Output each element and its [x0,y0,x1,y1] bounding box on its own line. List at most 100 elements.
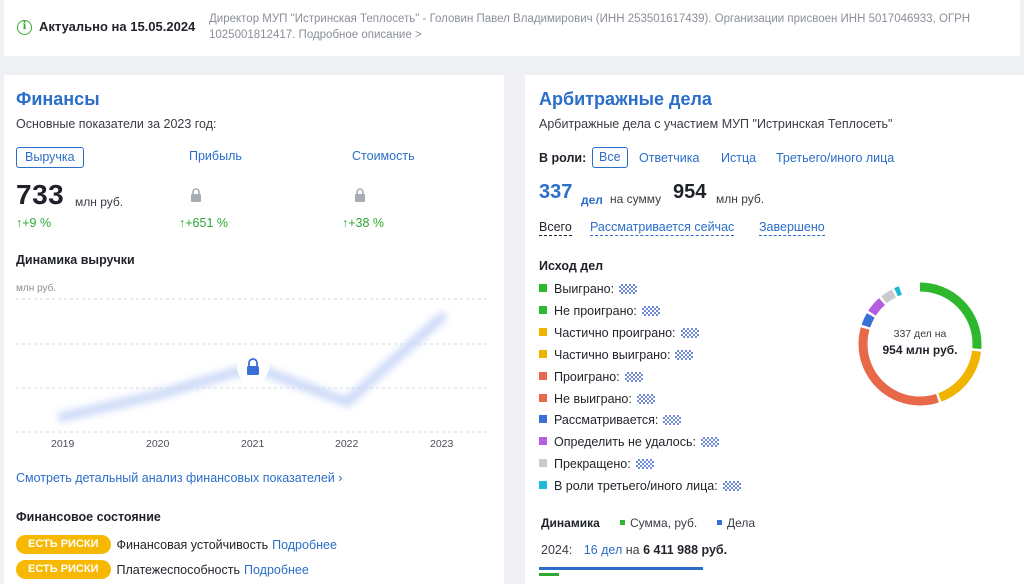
hidden-value-placeholder[interactable] [663,415,682,426]
outcome-item: Частично выиграно: [539,348,694,366]
outcome-item: Частично проиграно: [539,326,699,344]
outcome-color-square [539,305,547,314]
legend-sum-label: Сумма, руб. [630,516,698,530]
dynamics-title: Динамика [541,516,600,530]
outcomes-donut: 337 дел на 954 млн руб. [855,279,985,409]
x-tick-label: 2019 [51,438,75,450]
legend-sum: Сумма, руб. [620,516,697,530]
more-description-link[interactable]: Подробное описание > [299,29,422,41]
hidden-value-placeholder[interactable] [675,349,694,360]
sum-unit: млн руб. [716,192,765,206]
outcome-item: Не выиграно: [539,392,655,410]
outcome-color-square [539,459,547,468]
finance-subtitle: Основные показатели за 2023 год: [16,117,217,131]
risk-badge: ЕСТЬ РИСКИ [16,535,111,554]
risk-details-link[interactable]: Подробнее [272,538,337,552]
legend-cases-label: Дела [727,516,756,530]
tab-profit[interactable]: Прибыль [189,149,242,163]
arbitration-card: Арбитражные дела Арбитражные дела с учас… [525,75,1024,584]
risk-text: Платежеспособность [116,562,240,577]
outcome-item: Прекращено: [539,457,654,475]
outcome-item: Рассматривается: [539,413,682,431]
x-tick-label: 2023 [430,438,454,450]
x-tick-label: 2021 [241,438,265,450]
outcome-color-square [539,415,547,424]
filter-all[interactable]: Всего [539,220,572,236]
outcome-label: Рассматривается: [554,413,659,428]
legend-cases: Дела [717,516,755,530]
year-amount: 6 411 988 руб. [643,543,728,557]
outcome-label: Не проиграно: [554,303,637,318]
year-on: на [625,543,640,557]
year-cases-link[interactable]: 16 дел [584,543,623,557]
role-tab-defendant[interactable]: Ответчика [639,151,699,165]
revenue-unit: млн руб. [75,195,124,209]
outcome-label: Выиграно: [554,282,615,296]
outcome-label: Прекращено: [554,457,631,472]
profit-delta: ↑+651 % [179,216,228,230]
role-tab-third-party[interactable]: Третьего/иного лица [776,151,894,165]
finance-title: Финансы [16,89,100,109]
lock-icon [355,188,365,202]
risk-details-link[interactable]: Подробнее [244,563,309,577]
actuality-date: Актуально на 15.05.2024 [39,19,196,34]
outcome-color-square [539,481,547,490]
outcome-label: Частично проиграно: [554,325,676,340]
tab-revenue[interactable]: Выручка [16,147,84,168]
filter-completed[interactable]: Завершено [759,220,825,236]
cases-count: 337 [539,181,573,203]
hidden-value-placeholder[interactable] [636,393,655,404]
company-description: Директор МУП "Истринская Теплосеть" - Го… [209,11,999,43]
outcome-item: Не проиграно: [539,304,660,322]
outcome-label: Не выиграно: [554,391,632,406]
revenue-chart [16,298,490,433]
outcome-item: Выиграно: [539,282,638,300]
outcomes-title: Исход дел [539,259,604,273]
sum-value: 954 [673,181,707,203]
outcome-item: Определить не удалось: [539,435,719,453]
hidden-value-placeholder[interactable] [619,284,638,294]
tab-value[interactable]: Стоимость [352,149,415,163]
cases-word: дел [581,193,603,207]
x-tick-label: 2020 [146,438,170,450]
outcome-color-square [539,349,547,358]
outcome-label: В роли третьего/иного лица: [554,479,718,494]
outcome-color-square [539,284,547,292]
role-tab-all[interactable]: Все [592,147,628,168]
outcome-color-square [539,371,547,380]
risk-row: ЕСТЬ РИСКИ Платежеспособность Подробнее [16,560,309,580]
x-tick-label: 2022 [335,438,359,450]
outcome-label: Проиграно: [554,369,620,384]
legend-dot [717,520,722,525]
revenue-delta: ↑+9 % [16,216,52,230]
risk-row: ЕСТЬ РИСКИ Финансовая устойчивость Подробн… [16,535,337,555]
revenue-dynamics-title: Динамика выручки [16,253,135,267]
year-label: 2024: [541,543,573,557]
outcome-label: Определить не удалось: [554,435,696,450]
hidden-value-placeholder[interactable] [722,481,741,492]
outcome-item: В роли третьего/иного лица: [539,479,741,497]
filter-in-progress[interactable]: Рассматривается сейчас [590,220,735,236]
risk-badge: ЕСТЬ РИСКИ [16,560,111,579]
dynamics-year-row: 2024: 16 дел на 6 411 988 руб. [541,543,727,557]
risk-text: Финансовая устойчивость [116,537,269,552]
hidden-value-placeholder[interactable] [700,437,719,448]
hidden-value-placeholder[interactable] [680,327,699,338]
hidden-value-placeholder[interactable] [641,305,660,316]
role-tab-plaintiff[interactable]: Истца [721,151,756,165]
revenue-value: 733 [16,179,65,210]
finance-card: Финансы Основные показатели за 2023 год:… [4,75,504,584]
donut-sum-label: 954 млн руб. [882,343,958,357]
hidden-value-placeholder[interactable] [624,371,643,382]
arbitration-title: Арбитражные дела [539,89,712,109]
hidden-value-placeholder[interactable] [635,459,654,470]
outcome-color-square [539,437,547,446]
financial-analysis-link[interactable]: Смотреть детальный анализ финансовых пок… [16,471,342,485]
lock-icon [191,188,201,202]
legend-dot [620,520,625,525]
sum-word: на сумму [610,192,662,206]
outcome-item: Проиграно: [539,370,643,388]
outcome-color-square [539,327,547,336]
outcome-color-square [539,393,547,402]
role-label: В роли: [539,151,587,165]
